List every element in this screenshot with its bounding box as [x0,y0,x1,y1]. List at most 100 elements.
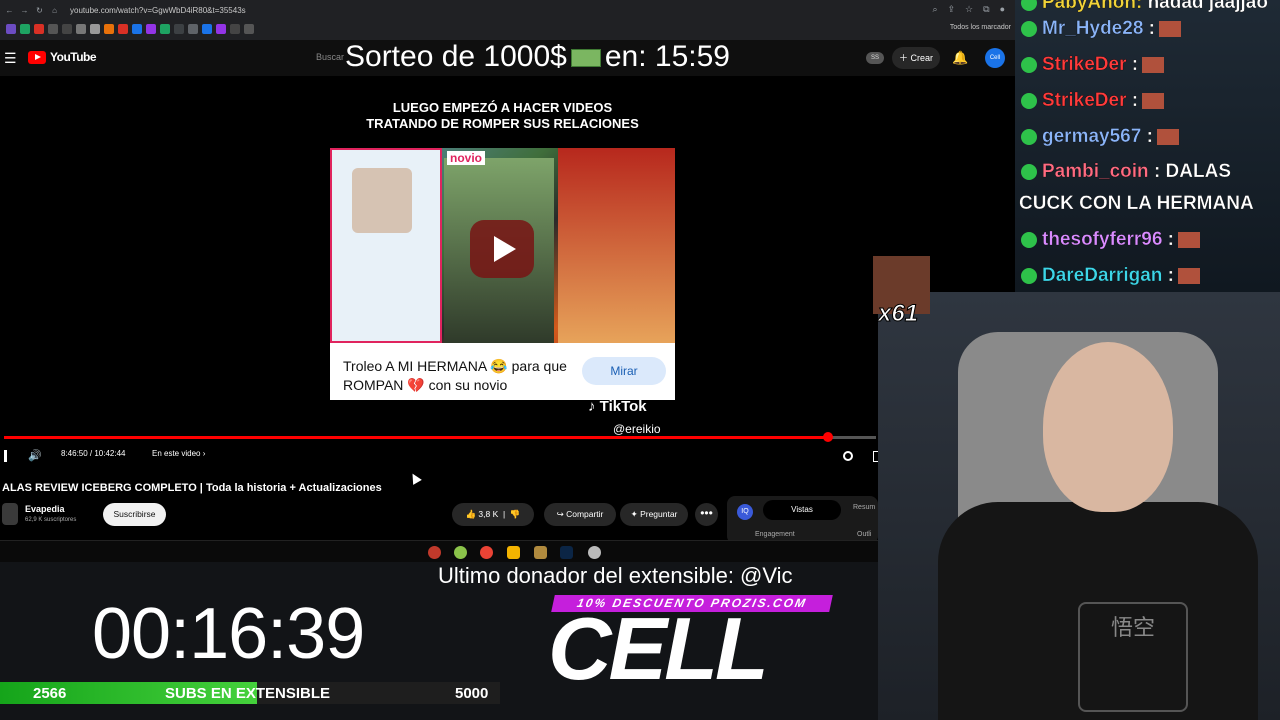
bookmark-icon[interactable] [6,24,16,34]
devil-photo [558,148,675,343]
tab-views[interactable]: Vistas [763,500,841,520]
channel-name[interactable]: Evapedia [25,504,65,514]
chat-username: StrikeDer [1042,90,1127,111]
bookmark-icon[interactable] [62,24,72,34]
bookmark-icon[interactable] [118,24,128,34]
youtube-play-icon [28,50,46,64]
thumbs-down-icon[interactable]: | 👎 [498,509,521,519]
bookmark-icon[interactable] [174,24,184,34]
forward-icon[interactable]: → [19,6,30,15]
chat-screenshot [330,148,442,343]
search-input[interactable]: Buscar [310,47,350,69]
chat-message: thesofyferr96 : [1019,229,1200,251]
chat-emote-icon [1178,267,1200,284]
autoplay-icon[interactable] [843,451,853,461]
chat-emote-icon [1142,92,1165,109]
like-button[interactable]: 👍 3,8 K | 👎 [452,503,534,526]
more-button[interactable]: ••• [695,503,718,526]
bookmark-icon[interactable] [104,24,114,34]
youtube-logo[interactable]: YouTube [28,50,97,64]
extensions-icon[interactable]: ⧉ [983,4,989,15]
bookmark-icon[interactable] [230,24,240,34]
chat-message: PabyAnon: ñadad jaajjao [1019,0,1268,14]
bookmarks-bar: Todos los marcador [0,21,1015,37]
subscribe-button[interactable]: Suscribirse [103,503,166,526]
address-bar-row: ← → ↻ ⌂ youtube.com/watch?v=GgwWbD4iR80&… [0,0,1015,20]
novio-tag: novio [447,151,485,165]
raffle-overlay: Sorteo de 1000$ en: 15:59 [345,40,730,76]
scrubber-handle[interactable] [823,432,834,442]
home-icon[interactable]: ⌂ [49,6,60,15]
bookmarks-folder[interactable]: Todos los marcador [950,24,1011,31]
pause-icon[interactable] [4,450,7,462]
zoom-icon[interactable]: ⌕ [932,4,937,15]
bookmark-icon[interactable] [48,24,58,34]
caption-line: LUEGO EMPEZÓ A HACER VIDEOS [392,100,613,115]
watch-button[interactable]: Mirar [582,357,666,385]
chat-text: ñadad jaajjao [1147,0,1268,13]
bookmark-icon[interactable] [216,24,226,34]
chat-message: StrikeDer : [1019,54,1165,76]
logo-text: YouTube [50,50,97,64]
volume-icon[interactable]: 🔊 [28,449,42,462]
chat-emote-icon [1178,231,1200,248]
share-icon[interactable]: ⇪ [948,4,956,15]
avatar[interactable]: Cell [985,48,1005,68]
share-button[interactable]: ↪ Compartir [544,503,616,526]
vidiq-logo[interactable]: IQ [737,504,753,520]
chat-badge-icon [1021,20,1037,37]
bookmark-icon[interactable] [132,24,142,34]
tab-summary[interactable]: Resum [853,504,875,511]
chat-username: Pambi_coin [1042,161,1149,182]
bookmark-icon[interactable] [244,24,254,34]
last-donor: Ultimo donador del extensible: @Vic [438,563,793,588]
app-icon[interactable] [588,546,601,559]
star-icon[interactable]: ☆ [965,4,973,15]
sparkle-icon: ✦ [630,509,641,519]
photoshop-icon[interactable] [560,546,573,559]
bookmark-icon[interactable] [20,24,30,34]
bookmark-icon[interactable] [188,24,198,34]
tiktok-handle: @ereikio [613,422,661,436]
bookmark-icon[interactable] [90,24,100,34]
share-arrow-icon: ↪ [556,509,567,519]
reload-icon[interactable]: ↻ [34,6,45,15]
chat-username: StrikeDer [1042,54,1127,75]
chat-username: DareDarrigan [1042,265,1163,286]
chat-emote-icon [1142,56,1165,73]
bookmark-icon[interactable] [202,24,212,34]
bookmark-icon[interactable] [160,24,170,34]
chat-message: Pambi_coin : DALAS [1019,161,1231,183]
face-photo [352,168,412,233]
raffle-title: Sorteo de 1000$ [345,40,567,73]
tiktok-card: Troleo A MI HERMANA 😂 para que ROMPAN 💔 … [330,343,675,400]
app-icon[interactable] [428,546,441,559]
progress-bar[interactable] [4,432,876,442]
url-field[interactable]: youtube.com/watch?v=GgwWbD4iR80&t=35543s [70,6,246,15]
chat-badge-icon [1021,267,1037,284]
play-icon[interactable] [470,220,534,278]
ss-badge[interactable]: SS [866,52,884,64]
channel-avatar[interactable] [2,503,18,525]
bookmark-icon[interactable] [146,24,156,34]
outline-label: Outli [857,531,872,538]
tiktok-thumbnail[interactable]: novio [330,148,675,343]
create-button[interactable]: ＋ Crear [892,47,940,69]
bookmark-icon[interactable] [34,24,44,34]
bell-icon[interactable]: 🔔 [952,50,968,66]
folder-icon[interactable] [507,546,520,559]
caption-line: TRATANDO DE ROMPER SUS RELACIONES [366,116,639,131]
plus-icon: ＋ [898,53,911,63]
back-icon[interactable]: ← [4,6,15,15]
like-count: 3,8 K [478,509,499,519]
menu-icon[interactable]: ☰ [4,50,17,67]
bookmark-icon[interactable] [76,24,86,34]
chapter-button[interactable]: En este video › [152,449,205,458]
taskbar [0,540,878,562]
profile-icon[interactable]: ● [1000,4,1005,15]
mouse-cursor [408,471,422,485]
ask-button[interactable]: ✦ Preguntar [620,503,688,526]
app-icon[interactable] [534,546,547,559]
app-icon[interactable] [454,546,467,559]
chrome-icon[interactable] [480,546,493,559]
